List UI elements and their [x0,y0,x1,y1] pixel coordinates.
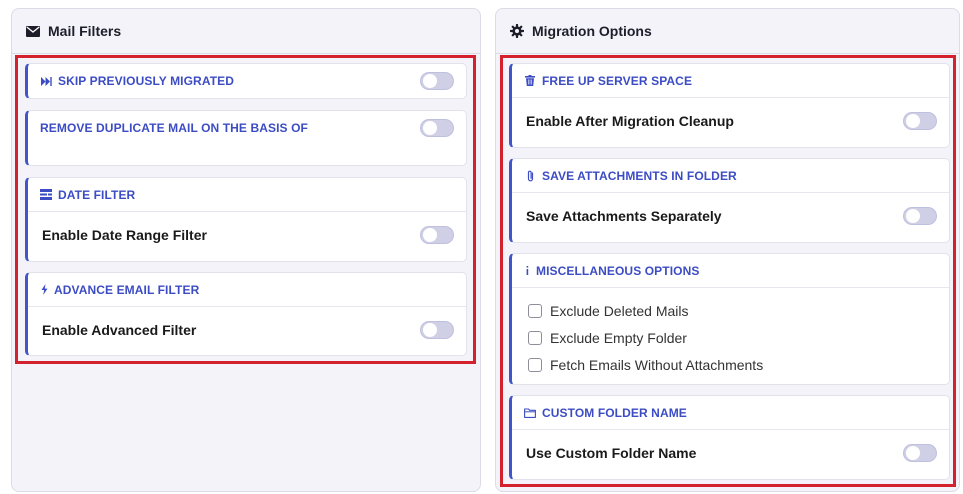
envelope-icon [26,24,40,38]
migration-options-header: Migration Options [496,9,959,54]
migration-options-highlight-box [500,55,956,487]
mail-filters-header: Mail Filters [12,9,480,54]
mail-filters-highlight-box [15,55,476,364]
gear-icon [510,24,524,38]
mail-filters-title: Mail Filters [48,23,122,39]
migration-options-title: Migration Options [532,23,652,39]
